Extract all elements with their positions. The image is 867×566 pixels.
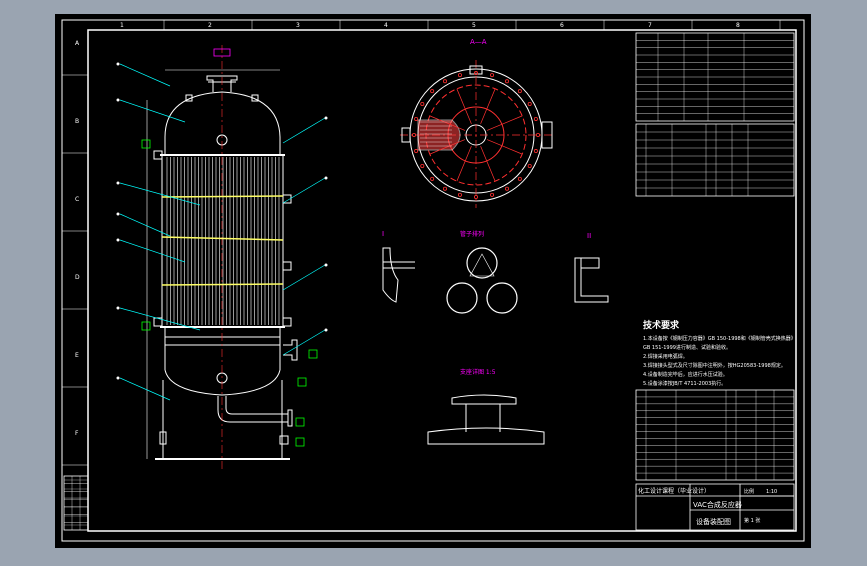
- leader-dot-left: [116, 62, 120, 66]
- leader-dot-right: [324, 176, 328, 180]
- frame-col-mark: 6: [560, 22, 564, 29]
- leader-dot-left: [116, 98, 120, 102]
- detail-label-right: II: [587, 232, 591, 240]
- title-block-subtitle: 设备装配图: [696, 517, 731, 526]
- tech-requirement-item: GB 151-1999进行制造、试验和验收。: [643, 344, 731, 351]
- frame-col-mark: 8: [736, 22, 740, 29]
- drawing-sheet: ABCDEF1 2 3 4 5 6 7 8 A—A I 管子排列 II 支座详图…: [55, 14, 811, 548]
- frame-col-mark: 7: [648, 22, 652, 29]
- tech-requirements-title: 技术要求: [643, 319, 680, 331]
- leader-dot-left: [116, 212, 120, 216]
- detail-label-left: I: [382, 230, 384, 238]
- support-detail-label: 支座详图 1:5: [460, 368, 496, 376]
- title-block-drawing-name: VAC合成反应器: [693, 500, 742, 509]
- tech-requirement-item: 2.焊接采用电弧焊。: [643, 353, 688, 360]
- title-block-org: 化工设计课程（毕业设计）: [638, 487, 710, 495]
- frame-col-mark: 1: [120, 22, 124, 29]
- title-block-scale: 1:10: [766, 489, 777, 495]
- support-band-1: [161, 195, 284, 198]
- frame-row-mark: E: [75, 352, 79, 359]
- frame-row-mark: C: [75, 196, 79, 203]
- leader-dot-left: [116, 306, 120, 310]
- support-band-3: [161, 283, 284, 286]
- section-label-a: A—A: [470, 38, 487, 46]
- leader-dot-left: [116, 238, 120, 242]
- leader-dot-right: [324, 328, 328, 332]
- frame-col-mark: 5: [472, 22, 476, 29]
- frame-col-mark: 2: [208, 22, 212, 29]
- leader-dot-right: [324, 116, 328, 120]
- leader-dot-left: [116, 376, 120, 380]
- frame-row-mark: B: [75, 118, 79, 125]
- tube-hatch-region: [417, 119, 461, 151]
- tech-requirement-item: 4.设备制造完毕后，应进行水压试验。: [643, 371, 728, 378]
- sheet-background: [55, 14, 811, 548]
- frame-col-mark: 3: [296, 22, 300, 29]
- frame-col-mark: 4: [384, 22, 388, 29]
- cad-viewport: ABCDEF12345678 A—A I 管子排列 II 支座详图 1:5 技术…: [0, 0, 867, 562]
- tech-requirement-item: 5.设备涂漆按JB/T 4711-2003执行。: [643, 380, 726, 387]
- tube-pattern-label: 管子排列: [460, 230, 484, 238]
- frame-row-mark: D: [75, 274, 80, 281]
- frame-row-mark: F: [75, 430, 79, 437]
- leader-dot-left: [116, 181, 120, 185]
- leader-dot-right: [324, 263, 328, 267]
- title-block-scale-label: 比例: [744, 488, 754, 495]
- tech-requirement-item: 1.本设备按《钢制压力容器》GB 150-1998和《钢制管壳式换热器》: [643, 335, 796, 342]
- title-block-sheet: 第 1 张: [744, 517, 760, 524]
- tech-requirement-item: 3.焊接接头型式及尺寸除图中注明外，按HG20583-1998规定。: [643, 362, 786, 369]
